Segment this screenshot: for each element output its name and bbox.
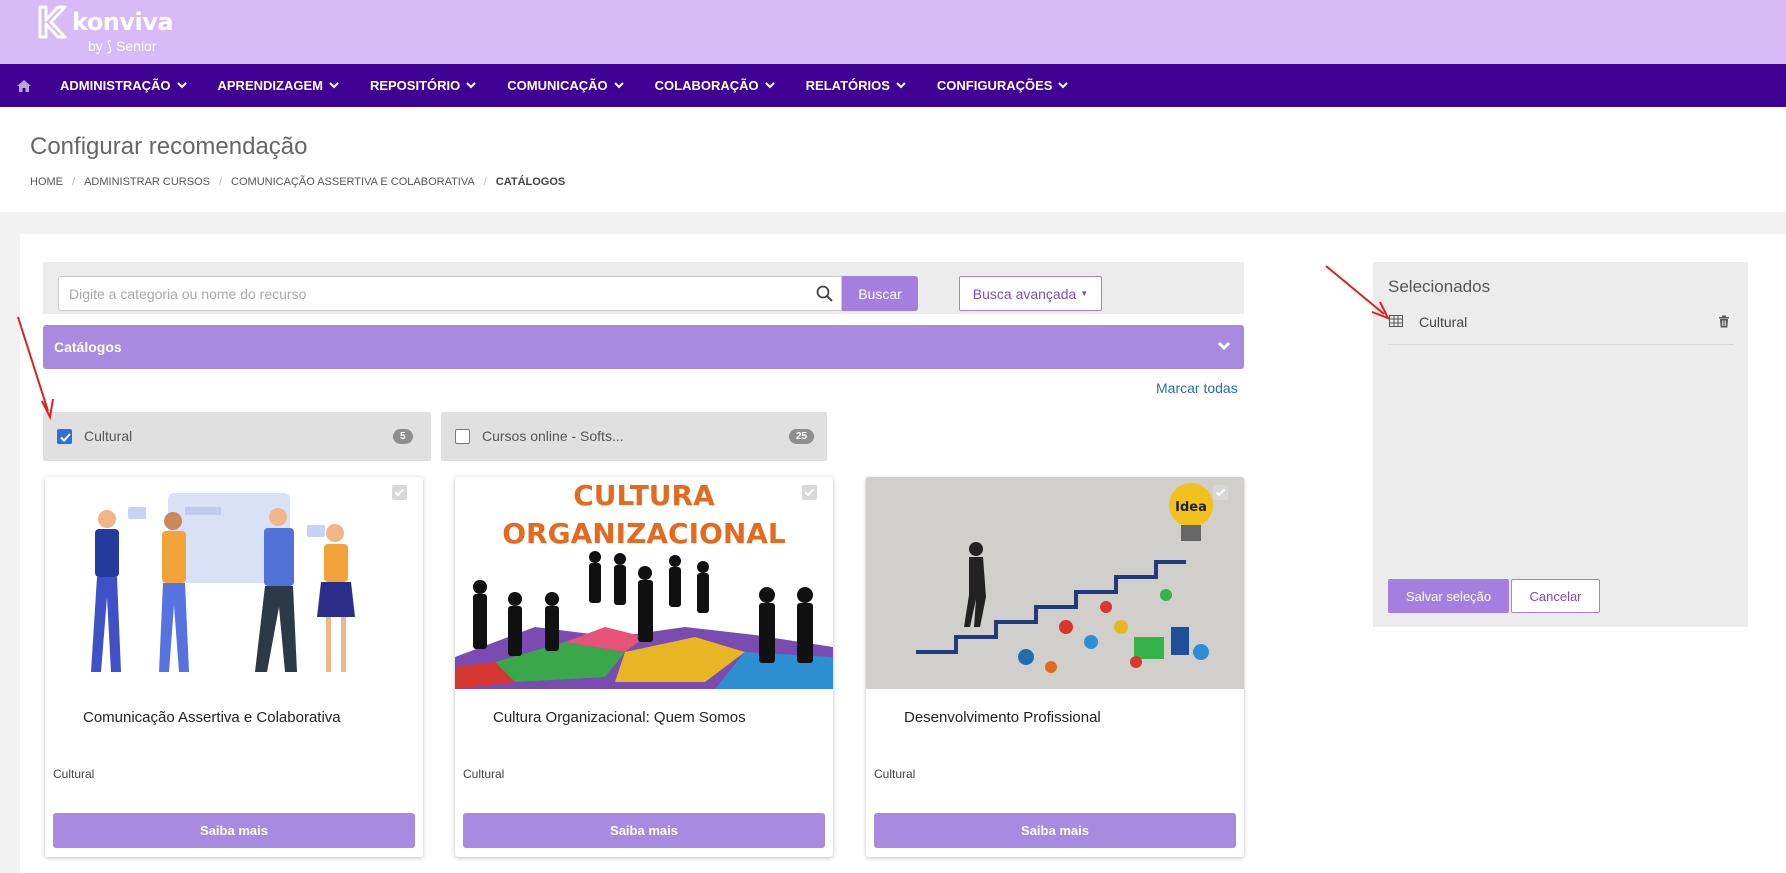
chevron-down-icon: [613, 82, 624, 89]
breadcrumb-administrar-cursos[interactable]: ADMINISTRAR CURSOS: [84, 176, 210, 188]
course-title: Desenvolvimento Profissional: [904, 709, 1101, 726]
search-button[interactable]: Buscar: [842, 276, 918, 311]
konviva-k-icon: [38, 5, 67, 39]
catalogs-accordion[interactable]: Catálogos: [43, 325, 1244, 369]
count-badge: 5: [393, 429, 413, 444]
catalog-name: Cursos online - Softs...: [482, 428, 624, 444]
breadcrumb-home[interactable]: HOME: [30, 176, 63, 188]
save-selection-button[interactable]: Salvar seleção: [1388, 579, 1509, 613]
brand-name: konviva: [72, 8, 174, 36]
search-icon[interactable]: [816, 285, 833, 302]
checkbox[interactable]: [455, 429, 470, 444]
page-header: Configurar recomendação HOME / ADMINISTR…: [0, 107, 1786, 212]
nav-comunicacao[interactable]: COMUNICAÇÃO: [507, 78, 624, 93]
selected-item-name: Cultural: [1419, 314, 1468, 330]
trash-icon[interactable]: [1718, 315, 1730, 328]
nav-configuracoes[interactable]: CONFIGURAÇÕES: [937, 78, 1069, 93]
breadcrumb-separator: /: [218, 176, 223, 188]
annotation-arrow-icon: [1325, 265, 1391, 320]
nav-label: RELATÓRIOS: [805, 78, 890, 93]
count-badge: 25: [789, 429, 815, 444]
chevron-down-icon[interactable]: [1216, 338, 1232, 354]
breadcrumb: HOME / ADMINISTRAR CURSOS / COMUNICAÇÃO …: [30, 176, 565, 188]
chevron-down-icon: [764, 82, 775, 89]
nav-relatorios[interactable]: RELATÓRIOS: [806, 78, 906, 93]
search-field: [58, 276, 842, 311]
chevron-down-icon: [176, 82, 187, 89]
chevron-down-icon: [466, 82, 476, 89]
course-title: Cultura Organizacional: Quem Somos: [493, 709, 746, 726]
breadcrumb-separator: /: [483, 176, 487, 188]
course-title: Comunicação Assertiva e Colaborativa: [83, 709, 341, 726]
nav-colaboracao[interactable]: COLABORAÇÃO: [655, 78, 775, 93]
card-select-checkbox[interactable]: [802, 485, 817, 500]
select-all-link[interactable]: Marcar todas: [1156, 380, 1238, 396]
nav-label: COMUNICAÇÃO: [507, 78, 608, 93]
course-thumbnail: CULTURA ORGANIZACIONAL: [455, 477, 833, 689]
image-text: ORGANIZACIONAL: [502, 517, 786, 550]
selected-item: Cultural: [1388, 308, 1734, 345]
course-card: Idea Desenvolvimento Profissional Cultur…: [866, 477, 1244, 857]
image-text: CULTURA: [573, 479, 715, 512]
nav-label: REPOSITÓRIO: [369, 78, 461, 93]
konviva-logo[interactable]: konviva by ⟆ Senior: [36, 4, 196, 60]
card-select-checkbox[interactable]: [392, 485, 407, 500]
catalogs-header: Catálogos: [54, 339, 122, 355]
course-card: CULTURA ORGANIZACIONAL Cultura Organizac…: [455, 477, 833, 857]
nav-label: COLABORAÇÃO: [654, 78, 759, 93]
course-thumbnail: Idea: [866, 477, 1244, 689]
saiba-mais-button[interactable]: Saiba mais: [874, 813, 1236, 848]
catalog-chip-cultural[interactable]: Cultural 5: [43, 412, 431, 461]
catalog-chip-cursos-online[interactable]: Cursos online - Softs... 25: [441, 412, 827, 461]
course-category: Cultural: [874, 767, 916, 781]
checkbox-checked[interactable]: [57, 429, 72, 444]
nav-repositorio[interactable]: REPOSITÓRIO: [370, 78, 476, 93]
selected-panel: Selecionados Cultural: [1373, 262, 1748, 627]
page-title: Configurar recomendação: [30, 133, 308, 160]
cancel-button[interactable]: Cancelar: [1511, 579, 1600, 613]
annotation-arrow-icon: [17, 316, 54, 421]
advanced-search-button[interactable]: Busca avançada ▼: [959, 276, 1102, 311]
course-thumbnail: [45, 477, 423, 689]
main-nav: ADMINISTRAÇÃO APRENDIZAGEM REPOSITÓRIO C…: [0, 64, 1786, 107]
caret-down-icon: ▼: [1080, 289, 1089, 298]
breadcrumb-course[interactable]: COMUNICAÇÃO ASSERTIVA E COLABORATIVA: [231, 176, 475, 188]
image-text: Idea: [1175, 500, 1207, 515]
chevron-down-icon: [896, 82, 906, 89]
nav-aprendizagem[interactable]: APRENDIZAGEM: [218, 78, 339, 93]
top-header: konviva by ⟆ Senior: [0, 0, 1786, 64]
card-select-checkbox[interactable]: [1213, 485, 1228, 500]
course-card: Comunicação Assertiva e Colaborativa Cul…: [45, 477, 423, 857]
saiba-mais-button[interactable]: Saiba mais: [463, 813, 825, 848]
nav-label: CONFIGURAÇÕES: [936, 78, 1053, 93]
chevron-down-icon: [329, 82, 339, 89]
search-input[interactable]: [59, 277, 799, 310]
chevron-down-icon: [1058, 82, 1069, 89]
breadcrumb-current: CATÁLOGOS: [495, 176, 566, 188]
selected-title: Selecionados: [1388, 277, 1491, 296]
catalog-name: Cultural: [84, 428, 133, 444]
home-icon[interactable]: [16, 78, 34, 94]
breadcrumb-separator: /: [72, 176, 76, 188]
nav-label: APRENDIZAGEM: [217, 78, 323, 93]
nav-administracao[interactable]: ADMINISTRAÇÃO: [60, 78, 187, 93]
brand-sub: by ⟆ Senior: [88, 38, 157, 54]
course-category: Cultural: [53, 767, 95, 781]
course-category: Cultural: [463, 767, 505, 781]
nav-label: ADMINISTRAÇÃO: [60, 78, 171, 93]
advanced-search-label: Busca avançada: [972, 285, 1077, 302]
saiba-mais-button[interactable]: Saiba mais: [53, 813, 415, 848]
